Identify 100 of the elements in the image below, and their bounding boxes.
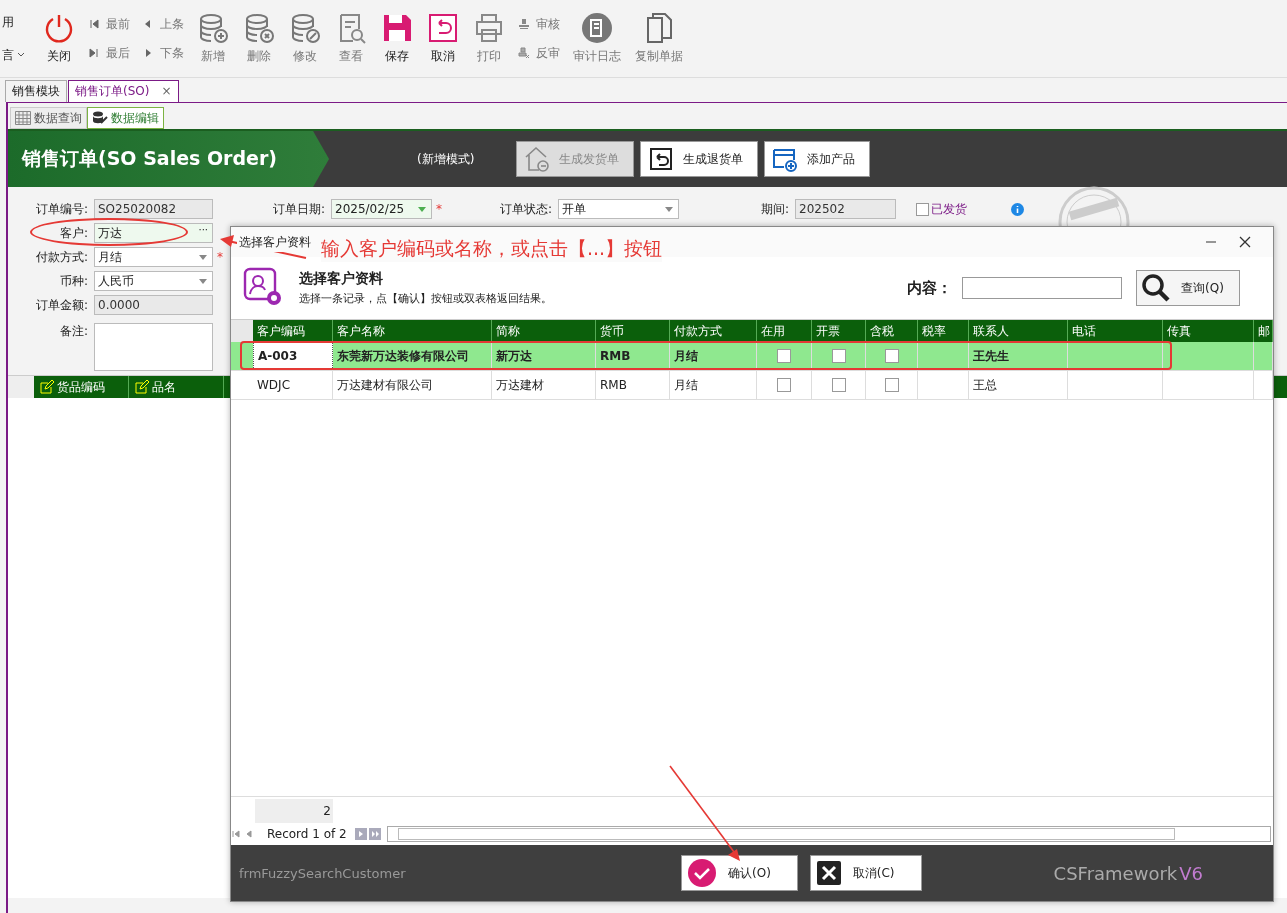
annotation-text: 输入客户编码或名称，或点击【...】按钮: [321, 236, 663, 262]
input-field[interactable]: 月结: [94, 247, 213, 267]
column-header[interactable]: 含税: [866, 320, 918, 342]
table-cell: 月结: [670, 371, 757, 399]
input-field[interactable]: 万达 ···: [94, 223, 213, 243]
stamp-remove-icon: [518, 47, 530, 59]
action-button[interactable]: 生成退货单: [640, 141, 759, 177]
column-header[interactable]: 客户编码: [253, 320, 333, 342]
field-label: 订单金额:: [34, 296, 89, 314]
row-indicator: [231, 320, 253, 342]
confirm-button[interactable]: 确认(O): [681, 855, 798, 891]
dialog-title: 选择客户资料: [237, 232, 313, 252]
last-icon: [88, 47, 100, 59]
field-label: 币种:: [58, 272, 89, 290]
undo-icon: [427, 12, 459, 44]
input-field[interactable]: 开单: [558, 199, 679, 219]
action-button[interactable]: 添加产品: [764, 141, 871, 177]
toolbar-button[interactable]: 保存: [376, 12, 418, 65]
search-button[interactable]: 查询(Q): [1136, 270, 1240, 306]
required-mark: *: [436, 202, 442, 216]
table-cell: WDJC: [253, 371, 333, 399]
input-field[interactable]: [94, 323, 213, 371]
table-cell: 万达建材有限公司: [333, 371, 492, 399]
checkbox[interactable]: [777, 349, 791, 363]
table-cell: RMB: [596, 371, 670, 399]
save-icon: [381, 12, 413, 44]
cancel-button[interactable]: 取消(C): [809, 855, 922, 891]
printer-icon: [473, 12, 505, 44]
column-header[interactable]: 货币: [596, 320, 670, 342]
field-label: 订单状态:: [498, 200, 553, 218]
caret-icon: [199, 279, 207, 284]
caret-icon: [17, 52, 25, 58]
database-edit-icon: [92, 111, 108, 125]
column-header[interactable]: 电话: [1068, 320, 1163, 342]
form-name: frmFuzzySearchCustomer: [239, 865, 407, 881]
table-cell: 王总: [969, 371, 1068, 399]
toolbar-button[interactable]: 关闭: [38, 12, 80, 65]
scroll-thumb[interactable]: [397, 828, 1175, 840]
log-icon: [581, 12, 613, 44]
input-field[interactable]: 0.0000: [94, 295, 213, 315]
column-header[interactable]: 简称: [492, 320, 596, 342]
lookup-button[interactable]: ···: [198, 224, 208, 235]
database-add-icon: [197, 12, 229, 44]
column-header[interactable]: 在用: [757, 320, 812, 342]
field-label: 期间:: [759, 200, 790, 218]
search-field[interactable]: [962, 277, 1122, 299]
search-icon: [1141, 273, 1171, 303]
column-header[interactable]: 联系人: [969, 320, 1068, 342]
checkbox[interactable]: [831, 349, 846, 363]
document-tab[interactable]: 销售模块: [5, 80, 67, 102]
document-tab[interactable]: 销售订单(SO) ×: [68, 80, 179, 102]
table-cell: 万达建材: [492, 371, 596, 399]
first-icon: [88, 18, 100, 30]
stamp-icon: [518, 18, 530, 30]
check-icon: [688, 859, 716, 887]
edit-icon: [40, 380, 54, 394]
required-mark: *: [217, 250, 223, 264]
input-field[interactable]: SO25020082: [94, 199, 213, 219]
close-icon[interactable]: [1239, 236, 1251, 248]
close-icon: [816, 861, 841, 885]
column-header[interactable]: 开票: [812, 320, 866, 342]
navigator-icon[interactable]: [354, 828, 383, 840]
dialog-hint: 选择一条记录，点【确认】按钮或双表格返回结果。: [299, 291, 553, 306]
checkbox-label: 已发货: [931, 200, 967, 218]
scrollbar[interactable]: [386, 826, 1271, 842]
column-header[interactable]: 客户名称: [333, 320, 492, 342]
menu-item[interactable]: 用: [2, 13, 36, 31]
caret-icon: [418, 207, 426, 212]
field-label: 客户:: [58, 224, 89, 242]
brand-logo: CSFrameworkV6: [1053, 862, 1203, 884]
input-field[interactable]: 2025/02/25: [331, 199, 432, 219]
column-header[interactable]: 付款方式: [670, 320, 757, 342]
field-label: 订单日期:: [271, 200, 326, 218]
checkbox[interactable]: [777, 378, 791, 392]
close-icon[interactable]: ×: [161, 84, 172, 98]
record-label: Record 1 of 2: [267, 827, 347, 841]
menu-item[interactable]: 言: [2, 46, 36, 64]
checkbox[interactable]: [884, 378, 899, 392]
caret-icon: [665, 207, 673, 212]
page-title: 销售订单(SO Sales Order): [8, 131, 330, 187]
house-icon: [523, 145, 552, 173]
caret-icon: [199, 255, 207, 260]
table-row[interactable]: WDJC 万达建材有限公司 万达建材 RMB 月结 王总: [231, 371, 1273, 400]
checkbox[interactable]: [916, 202, 929, 216]
power-icon: [43, 12, 75, 44]
info-icon: [1011, 202, 1024, 216]
checkbox[interactable]: [831, 378, 846, 392]
mode-label: (新增模式): [417, 150, 475, 168]
grid-icon: [15, 111, 31, 125]
view-tab[interactable]: 数据编辑: [87, 107, 164, 129]
checkbox[interactable]: [884, 349, 899, 363]
search-label: 内容：: [907, 278, 952, 298]
row-count: 2: [255, 799, 333, 823]
view-tab[interactable]: 数据查询: [10, 107, 87, 129]
column-header[interactable]: 税率: [918, 320, 969, 342]
field-label: 付款方式:: [34, 248, 89, 266]
input-field[interactable]: 202502: [795, 199, 896, 219]
input-field[interactable]: 人民币: [94, 271, 213, 291]
edit-icon: [135, 380, 149, 394]
toolbar-button[interactable]: 取消: [422, 12, 464, 65]
